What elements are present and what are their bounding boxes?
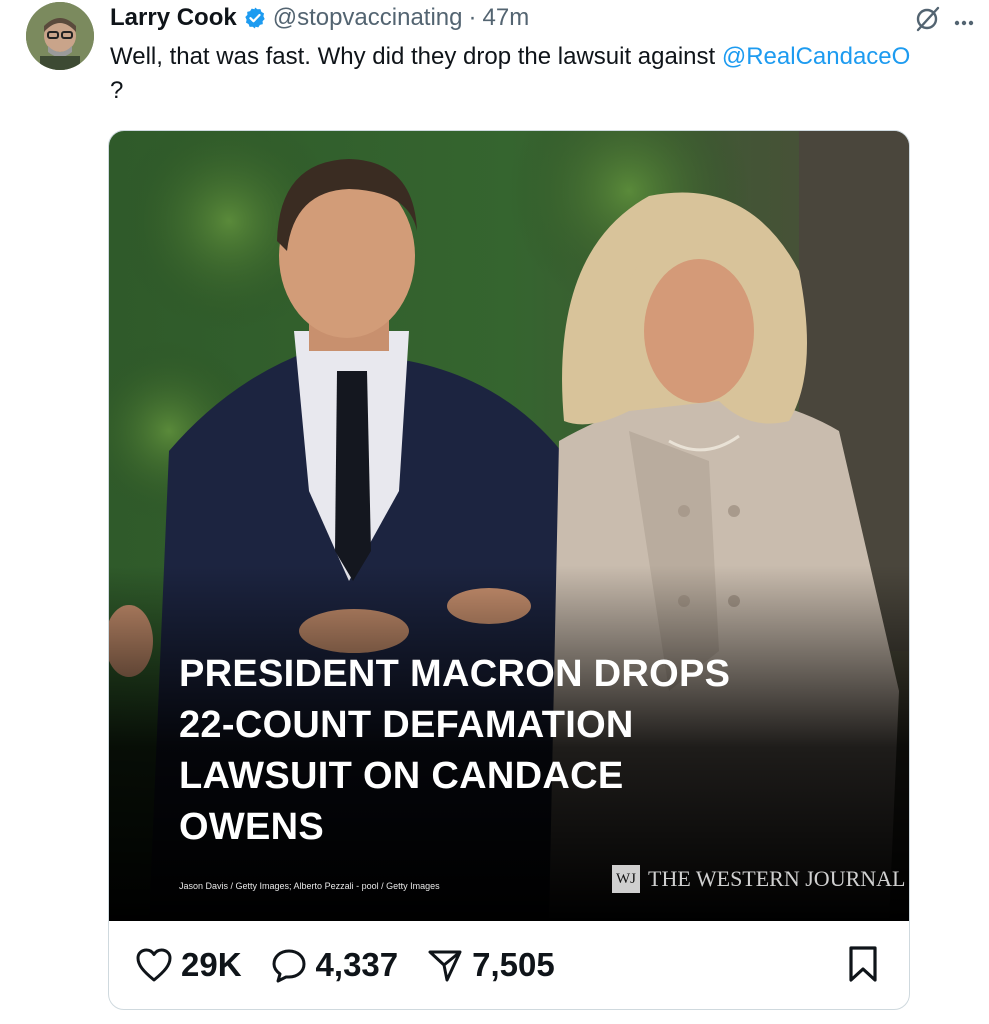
- reply-button[interactable]: 4,337: [270, 946, 399, 984]
- post-text-tail: ?: [110, 77, 124, 104]
- headline: PRESIDENT MACRON DROPS 22-COUNT DEFAMATI…: [179, 649, 879, 853]
- like-count: 29K: [181, 946, 242, 983]
- header-separator: ·: [468, 4, 477, 31]
- headline-line: 22-COUNT DEFAMATION: [179, 704, 634, 746]
- reply-icon: [272, 949, 306, 983]
- headline-line: PRESIDENT MACRON DROPS: [179, 653, 731, 695]
- more-icon[interactable]: [953, 6, 975, 32]
- action-bar: 29K 4,337 7,505: [109, 921, 909, 1009]
- photo-credit: Jason Davis / Getty Images; Alberto Pezz…: [179, 881, 440, 891]
- bookmark-icon: [849, 946, 877, 982]
- share-button[interactable]: 7,505: [426, 946, 555, 984]
- reply-count: 4,337: [315, 946, 399, 983]
- grok-icon[interactable]: [913, 4, 943, 34]
- post-header: Larry Cook @stopvaccinating · 47m: [110, 0, 529, 36]
- publisher-name: THE WESTERN JOURNAL: [648, 866, 906, 891]
- headline-line: OWENS: [179, 806, 325, 848]
- verified-badge-icon: [243, 6, 267, 30]
- repost-count: 7,505: [472, 946, 555, 983]
- publisher-brand: WJ THE WESTERN JOURNAL: [612, 865, 905, 893]
- media-card[interactable]: PRESIDENT MACRON DROPS 22-COUNT DEFAMATI…: [108, 130, 910, 1010]
- headline-line: LAWSUIT ON CANDACE: [179, 755, 624, 797]
- like-button[interactable]: 29K: [135, 946, 242, 984]
- avatar[interactable]: [26, 2, 94, 70]
- share-icon: [428, 950, 462, 982]
- bookmark-button[interactable]: [847, 945, 879, 988]
- header-actions: [913, 4, 975, 34]
- post-time[interactable]: 47m: [483, 4, 530, 32]
- publisher-logo: WJ: [612, 865, 640, 893]
- author-name[interactable]: Larry Cook: [110, 4, 237, 32]
- mention-link[interactable]: @RealCandaceO: [722, 43, 910, 70]
- post-text-body: Well, that was fast. Why did they drop t…: [110, 43, 722, 70]
- post-text: Well, that was fast. Why did they drop t…: [110, 40, 980, 108]
- heart-icon: [136, 948, 172, 982]
- author-handle[interactable]: @stopvaccinating: [273, 4, 463, 32]
